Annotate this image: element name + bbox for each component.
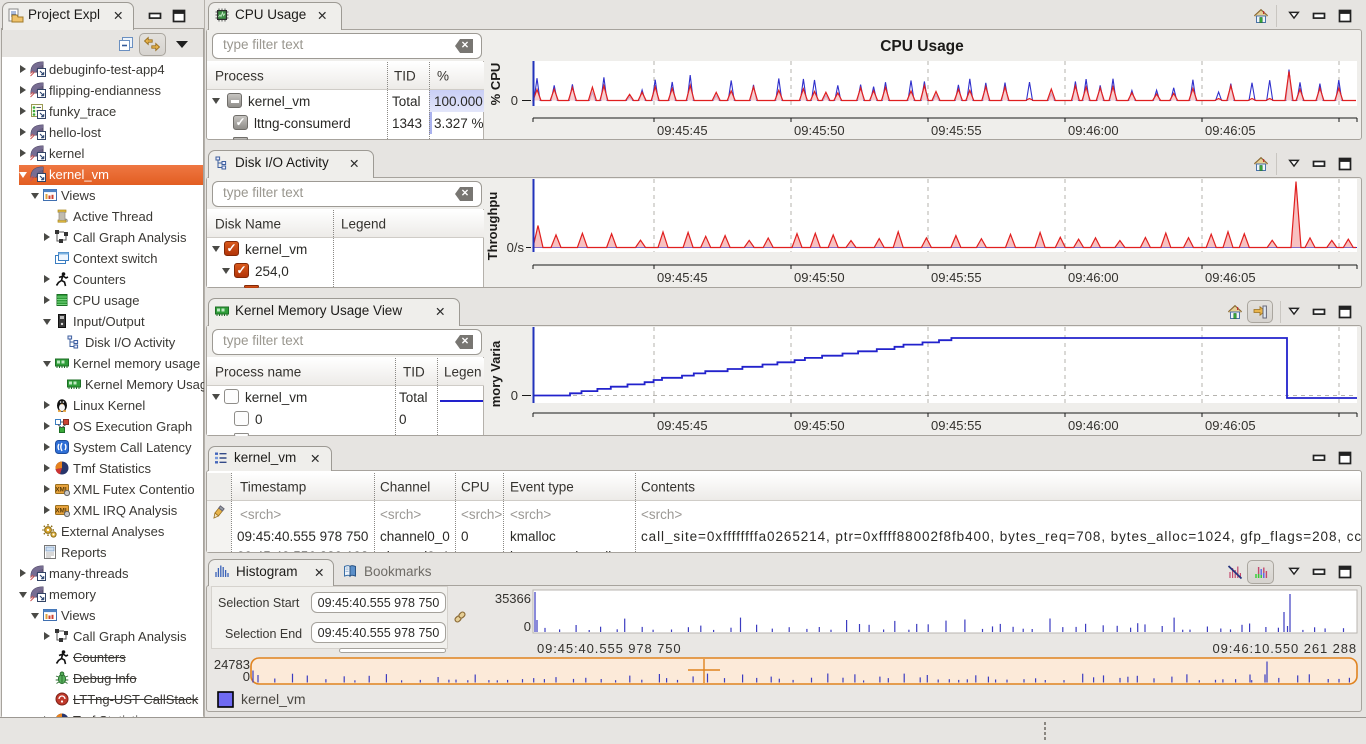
svg-text:09:45:55: 09:45:55 xyxy=(931,418,982,433)
svg-text:09:45:50: 09:45:50 xyxy=(794,418,845,433)
svg-text:0: 0 xyxy=(243,669,250,684)
svg-text:35366: 35366 xyxy=(495,591,531,606)
svg-text:09:45:45: 09:45:45 xyxy=(657,123,708,138)
svg-text:0: 0 xyxy=(511,388,518,403)
svg-text:kernel_vm: kernel_vm xyxy=(241,691,306,707)
svg-text:09:45:55: 09:45:55 xyxy=(931,270,982,285)
svg-text:0: 0 xyxy=(511,93,518,108)
svg-text:09:46:00: 09:46:00 xyxy=(1068,418,1119,433)
svg-text:09:45:45: 09:45:45 xyxy=(657,418,708,433)
svg-text:09:46:00: 09:46:00 xyxy=(1068,123,1119,138)
svg-text:CPU Usage: CPU Usage xyxy=(880,38,964,55)
svg-text:09:46:05: 09:46:05 xyxy=(1205,123,1256,138)
svg-text:09:46:00: 09:46:00 xyxy=(1068,270,1119,285)
svg-text:09:45:50: 09:45:50 xyxy=(794,123,845,138)
svg-text:% CPU: % CPU xyxy=(488,63,503,106)
svg-text:09:46:05: 09:46:05 xyxy=(1205,270,1256,285)
svg-text:0: 0 xyxy=(524,619,531,634)
svg-text:09:46:05: 09:46:05 xyxy=(1205,418,1256,433)
svg-text:0/s: 0/s xyxy=(507,240,525,255)
svg-text:09:45:45: 09:45:45 xyxy=(657,270,708,285)
svg-text:09:45:40.555 978 750: 09:45:40.555 978 750 xyxy=(537,641,682,656)
svg-text:09:46:10.550 261 288: 09:46:10.550 261 288 xyxy=(1212,641,1357,656)
svg-text:09:45:55: 09:45:55 xyxy=(931,123,982,138)
svg-text:mory Varia: mory Varia xyxy=(488,340,503,407)
svg-text:09:45:50: 09:45:50 xyxy=(794,270,845,285)
svg-text:Throughpu: Throughpu xyxy=(485,192,500,261)
